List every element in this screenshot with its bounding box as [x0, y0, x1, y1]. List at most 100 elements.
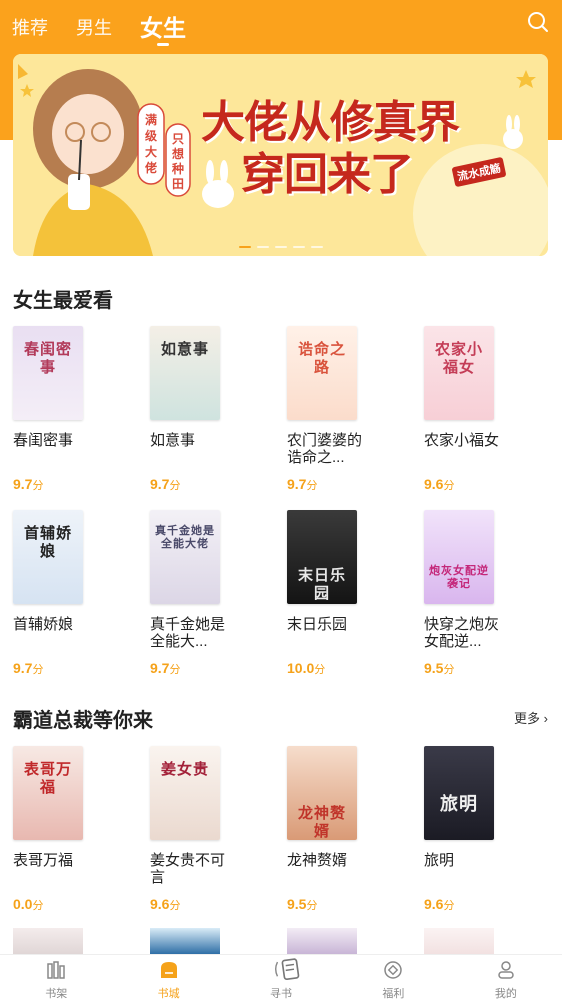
nav-label: 书城	[157, 988, 180, 1000]
cover-title: 春闺密事	[23, 340, 72, 376]
book-cover-peek[interactable]	[287, 928, 357, 954]
nav-label: 福利	[382, 988, 405, 1000]
book-card[interactable]: 末日乐园 末日乐园 10.0分	[287, 510, 397, 676]
section-title-female-favorites: 女生最爱看	[13, 290, 113, 312]
book-cover: 旅明	[424, 746, 494, 840]
more-label: 更多	[514, 711, 541, 726]
cover-title: 诰命之路	[297, 340, 346, 376]
banner-pagination	[13, 246, 548, 248]
book-title: 首辅娇娘	[13, 616, 74, 633]
book-score: 9.7分	[150, 660, 181, 676]
cover-title: 农家小福女	[434, 340, 483, 376]
nav-label: 寻书	[270, 988, 293, 1000]
bookstore-icon	[160, 962, 177, 978]
cover-title: 炮灰女配逆袭记	[429, 564, 489, 590]
book-cover: 农家小福女	[424, 326, 494, 420]
cover-title: 如意事	[160, 340, 209, 358]
tab-male[interactable]: 男生	[76, 16, 112, 40]
book-score: 9.6分	[424, 896, 455, 912]
bottom-navigation: 书架 书城 寻书 福利 我的	[0, 954, 562, 1003]
banner-dot[interactable]	[292, 246, 305, 248]
book-card[interactable]: 如意事 如意事 9.7分	[150, 326, 260, 492]
book-card[interactable]: 炮灰女配逆袭记 快穿之炮灰女配逆... 9.5分	[424, 510, 534, 676]
banner-dot[interactable]	[238, 246, 251, 248]
cover-title: 龙神赘婿	[297, 804, 346, 840]
book-score: 9.7分	[13, 476, 44, 492]
book-cover: 姜女贵	[150, 746, 220, 840]
book-title: 真千金她是全能大...	[150, 616, 226, 650]
book-score: 9.5分	[424, 660, 455, 676]
book-title: 农门婆婆的诰命之...	[287, 432, 363, 466]
book-score: 9.5分	[287, 896, 318, 912]
chevron-right-icon: ›	[543, 711, 548, 726]
more-link[interactable]: 更多 ›	[514, 708, 548, 727]
book-title: 农家小福女	[424, 432, 500, 449]
nav-bookstore[interactable]: 书城	[112, 955, 224, 1003]
book-score: 9.7分	[13, 660, 44, 676]
book-title: 旅明	[424, 852, 455, 869]
section-title-ceo-romance: 霸道总裁等你来	[13, 710, 153, 732]
tab-recommend[interactable]: 推荐	[12, 16, 48, 40]
promo-banner[interactable]: 满级大佬 只想种田 大佬从修真界 穿回来了 流水成觞	[13, 54, 548, 256]
cover-title: 真千金她是全能大佬	[155, 524, 215, 550]
tab-female[interactable]: 女生	[140, 16, 186, 46]
book-cover-peek[interactable]	[424, 928, 494, 954]
book-cover: 炮灰女配逆袭记	[424, 510, 494, 604]
coin-icon	[384, 961, 403, 979]
book-card[interactable]: 春闺密事 春闺密事 9.7分	[13, 326, 123, 492]
banner-dot[interactable]	[310, 246, 323, 248]
book-title: 快穿之炮灰女配逆...	[424, 616, 500, 650]
banner-side-right: 只想种田	[172, 132, 185, 191]
book-card[interactable]: 姜女贵 姜女贵不可言 9.6分	[150, 746, 260, 912]
book-card[interactable]: 农家小福女 农家小福女 9.6分	[424, 326, 534, 492]
nav-label: 我的	[494, 988, 517, 1000]
nav-profile[interactable]: 我的	[450, 955, 562, 1003]
nav-find-book[interactable]: 寻书	[225, 955, 337, 1003]
banner-dot[interactable]	[256, 246, 269, 248]
book-title: 表哥万福	[13, 852, 74, 869]
banner-title-line1: 大佬从修真界	[201, 97, 460, 148]
book-title: 龙神赘婿	[287, 852, 348, 869]
bookshelf-icon	[47, 961, 65, 979]
book-cover: 首辅娇娘	[13, 510, 83, 604]
book-title: 如意事	[150, 432, 196, 449]
book-score: 9.7分	[287, 476, 318, 492]
search-icon	[528, 12, 548, 32]
book-cover: 如意事	[150, 326, 220, 420]
cover-title: 表哥万福	[23, 760, 72, 796]
book-card[interactable]: 诰命之路 农门婆婆的诰命之... 9.7分	[287, 326, 397, 492]
book-cover: 龙神赘婿	[287, 746, 357, 840]
book-score: 9.7分	[150, 476, 181, 492]
book-cover: 真千金她是全能大佬	[150, 510, 220, 604]
book-cover: 诰命之路	[287, 326, 357, 420]
book-cover-peek[interactable]	[150, 928, 220, 954]
book-card[interactable]: 首辅娇娘 首辅娇娘 9.7分	[13, 510, 123, 676]
profile-icon	[498, 961, 514, 979]
cover-title: 末日乐园	[297, 566, 346, 602]
book-score: 9.6分	[424, 476, 455, 492]
book-cover-peek[interactable]	[13, 928, 83, 954]
book-cover: 表哥万福	[13, 746, 83, 840]
banner-title-line2: 穿回来了	[241, 149, 414, 200]
book-title: 姜女贵不可言	[150, 852, 226, 886]
book-score: 0.0分	[13, 896, 44, 912]
cover-title: 旅明	[440, 794, 478, 815]
book-score: 10.0分	[287, 660, 326, 676]
book-title: 春闺密事	[13, 432, 74, 449]
book-card[interactable]: 旅明 旅明 9.6分	[424, 746, 534, 912]
nav-welfare[interactable]: 福利	[337, 955, 449, 1003]
book-card[interactable]: 真千金她是全能大佬 真千金她是全能大... 9.7分	[150, 510, 260, 676]
book-card[interactable]: 龙神赘婿 龙神赘婿 9.5分	[287, 746, 397, 912]
book-cover: 春闺密事	[13, 326, 83, 420]
banner-side-left: 满级大佬	[145, 113, 158, 175]
book-title: 末日乐园	[287, 616, 348, 633]
book-score: 9.6分	[150, 896, 181, 912]
book-cover: 末日乐园	[287, 510, 357, 604]
channel-tabs: 推荐 男生 女生	[12, 8, 214, 46]
banner-dot[interactable]	[274, 246, 287, 248]
nav-label: 书架	[45, 988, 68, 1000]
cover-title: 首辅娇娘	[23, 524, 72, 560]
search-button[interactable]	[526, 10, 550, 34]
book-card[interactable]: 表哥万福 表哥万福 0.0分	[13, 746, 123, 912]
nav-bookshelf[interactable]: 书架	[0, 955, 112, 1003]
